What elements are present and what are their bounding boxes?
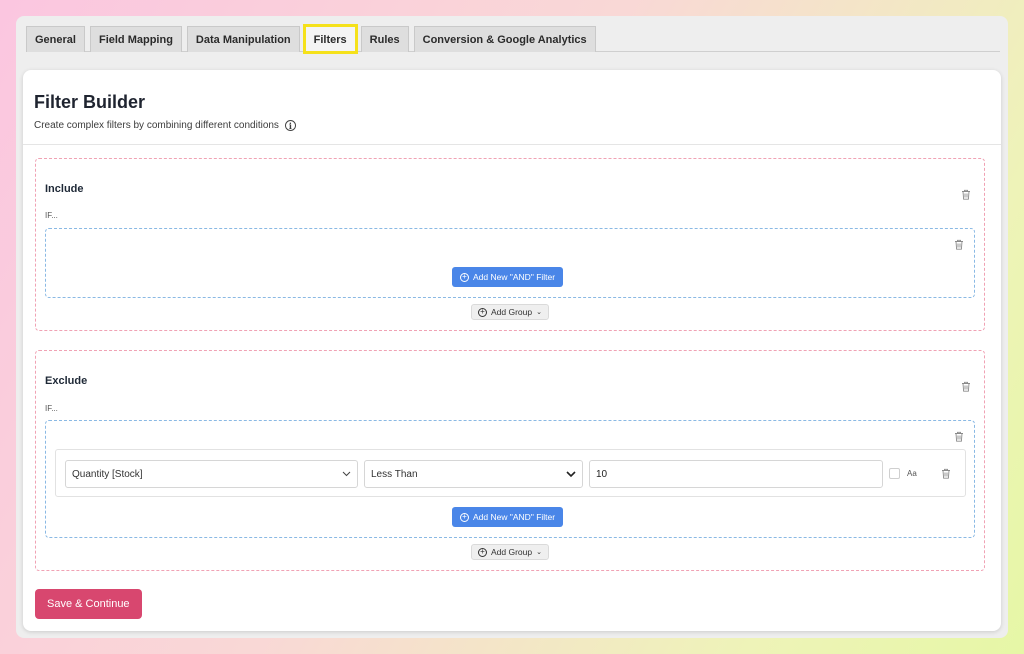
plus-circle-icon: + — [478, 547, 487, 557]
exclude-group-delete-icon[interactable] — [954, 431, 964, 442]
include-delete-icon[interactable] — [961, 189, 971, 200]
subtitle-text: Create complex filters by combining diff… — [34, 120, 279, 131]
card-header: Filter Builder Create complex filters by… — [23, 70, 1001, 145]
include-add-and-filter-button[interactable]: + Add New "AND" Filter — [452, 267, 564, 287]
exclude-if-label: IF... — [45, 404, 58, 413]
operator-select[interactable]: Less Than — [364, 460, 583, 488]
include-title: Include — [45, 183, 84, 195]
case-sensitive-checkbox[interactable] — [889, 468, 900, 479]
tab-rules[interactable]: Rules — [360, 26, 409, 52]
chevron-down-icon: ⌄ — [536, 309, 542, 316]
include-add-group-label: Add Group — [491, 307, 533, 317]
plus-circle-icon: + — [460, 512, 469, 522]
exclude-add-group-button[interactable]: + Add Group ⌄ — [471, 544, 549, 560]
include-add-and-label: Add New "AND" Filter — [473, 272, 556, 282]
tab-bar: General Field Mapping Data Manipulation … — [26, 24, 1000, 54]
app-window: General Field Mapping Data Manipulation … — [16, 16, 1008, 638]
filter-row-delete-icon[interactable] — [941, 468, 951, 479]
chevron-down-icon — [566, 470, 576, 478]
plus-circle-icon: + — [478, 307, 487, 317]
exclude-group: Quantity [Stock] Less Than Aa + — [45, 420, 975, 538]
exclude-delete-icon[interactable] — [961, 381, 971, 392]
include-group-delete-icon[interactable] — [954, 239, 964, 250]
exclude-add-group-label: Add Group — [491, 547, 533, 557]
exclude-block: Exclude IF... Quantity [Stock] Less Than — [35, 350, 985, 571]
include-block: Include IF... + Add New "AND" Filter + A… — [35, 158, 985, 331]
save-continue-button[interactable]: Save & Continue — [35, 589, 142, 619]
exclude-add-and-label: Add New "AND" Filter — [473, 512, 556, 522]
page-subtitle: Create complex filters by combining diff… — [34, 120, 990, 131]
include-add-group-button[interactable]: + Add Group ⌄ — [471, 304, 549, 320]
tab-filters[interactable]: Filters — [302, 24, 358, 54]
chevron-down-icon — [342, 471, 351, 477]
exclude-title: Exclude — [45, 375, 88, 387]
info-icon[interactable]: i — [284, 120, 296, 131]
tab-field-mapping[interactable]: Field Mapping — [89, 26, 182, 52]
tab-data-manipulation[interactable]: Data Manipulation — [186, 26, 300, 52]
field-select-value: Quantity [Stock] — [72, 468, 143, 480]
plus-circle-icon: + — [460, 272, 469, 282]
filter-row: Quantity [Stock] Less Than Aa — [55, 449, 966, 497]
include-if-label: IF... — [45, 211, 58, 220]
chevron-down-icon: ⌄ — [536, 549, 542, 556]
field-select[interactable]: Quantity [Stock] — [65, 460, 358, 488]
tab-conversion-google-analytics[interactable]: Conversion & Google Analytics — [413, 26, 596, 52]
case-sensitive-label: Aa — [907, 469, 917, 478]
page-title: Filter Builder — [34, 92, 146, 112]
value-input[interactable] — [589, 460, 883, 488]
operator-select-value: Less Than — [371, 468, 418, 480]
include-group: + Add New "AND" Filter — [45, 228, 975, 298]
filter-builder-card: Filter Builder Create complex filters by… — [23, 70, 1001, 631]
exclude-add-and-filter-button[interactable]: + Add New "AND" Filter — [452, 507, 564, 527]
tab-general[interactable]: General — [26, 26, 85, 52]
